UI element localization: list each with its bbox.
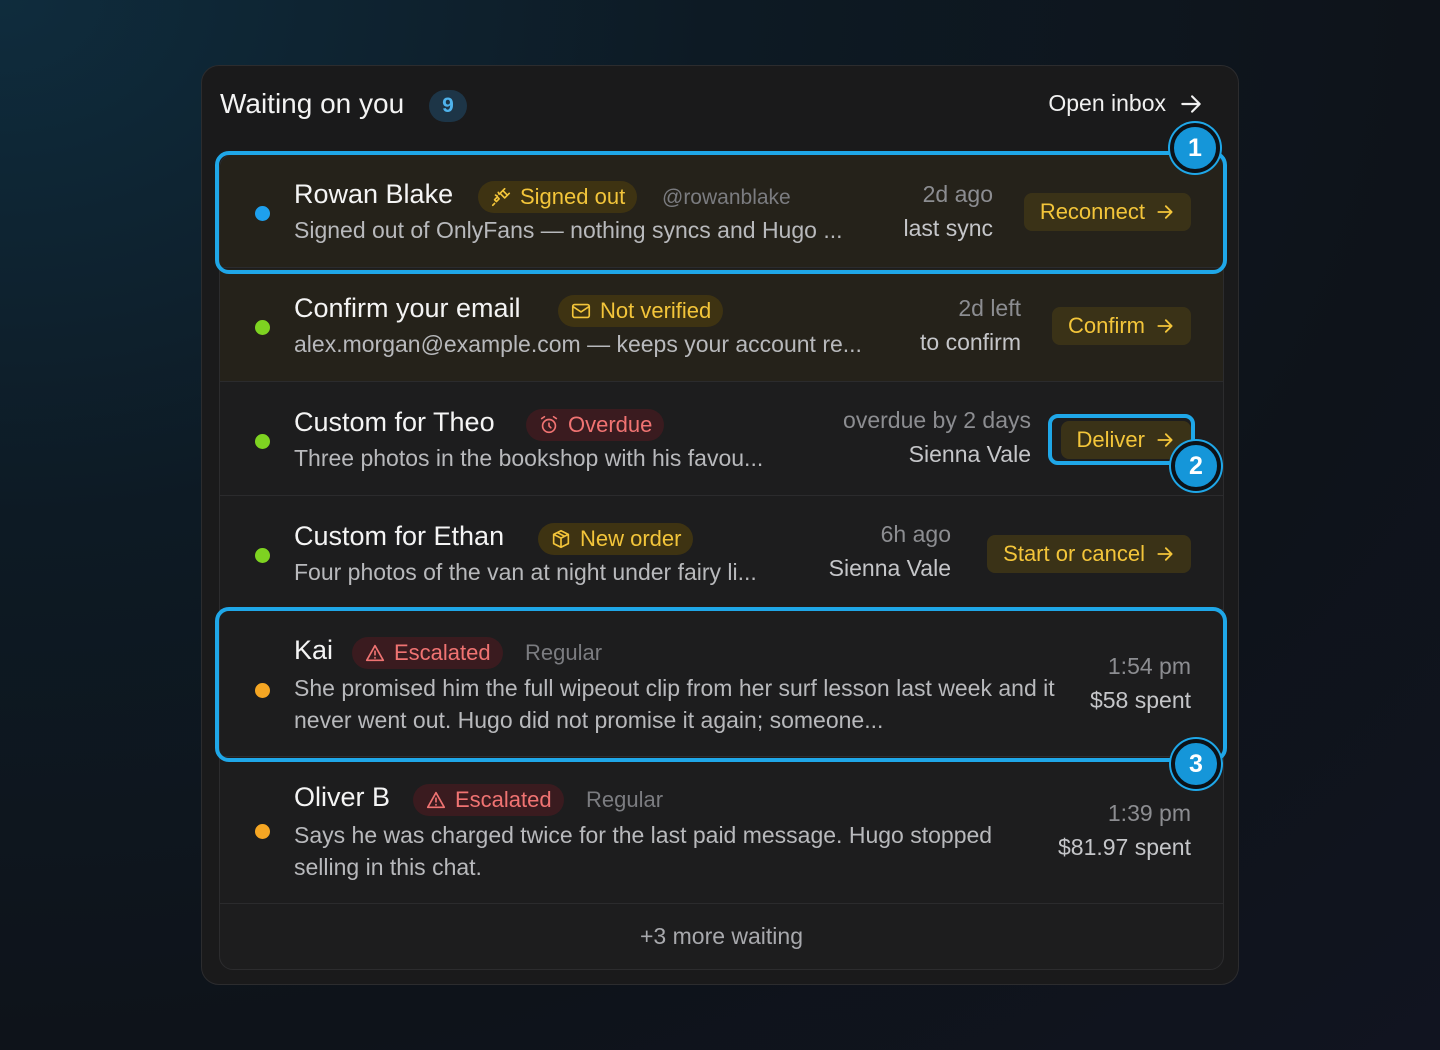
meta-detail: $58 spent [1089, 687, 1191, 713]
meta-time: 2d left [958, 295, 1021, 321]
status-badge: Escalated [352, 637, 503, 669]
reconnect-button[interactable]: Reconnect [1023, 193, 1191, 231]
item-title: Custom for Ethan [294, 521, 505, 551]
status-dot [255, 434, 270, 449]
warning-icon [426, 791, 446, 809]
item-meta: 1:54 pm $58 spent [1090, 649, 1191, 717]
status-badge: Signed out [478, 181, 638, 213]
confirm-button[interactable]: Confirm [1051, 307, 1191, 345]
item-summary: Says he was charged twice for the last p… [294, 822, 993, 880]
arrow-right-icon [1181, 94, 1201, 113]
item-meta: 1:39 pm $81.97 spent [1058, 796, 1191, 864]
list-item[interactable]: Custom for Ethan New order Four photos o… [220, 497, 1223, 610]
meta-time: 2d ago [922, 181, 993, 207]
marker-2: 2 [1171, 441, 1221, 491]
status-badge-label: Escalated [455, 787, 552, 812]
meta-time: 6h ago [880, 521, 951, 547]
meta-detail: last sync [903, 215, 993, 241]
list-item[interactable]: Kai Escalated Regular She promised him t… [220, 611, 1223, 757]
meta-time: overdue by 2 days [843, 407, 1031, 433]
open-inbox-label: Open inbox [1048, 90, 1166, 116]
meta-detail: Sienna Vale [828, 555, 951, 581]
item-summary: Three photos in the bookshop with his fa… [294, 445, 764, 471]
marker-1: 1 [1170, 123, 1220, 173]
status-badge-label: New order [580, 526, 682, 551]
panel-header: Waiting on you 9 Open inbox [202, 66, 1238, 146]
action-label: Reconnect [1039, 199, 1145, 224]
status-dot [255, 320, 270, 335]
status-badge: Escalated [413, 784, 564, 816]
status-badge-label: Signed out [520, 184, 626, 209]
meta-detail: Sienna Vale [908, 441, 1031, 467]
open-inbox-link[interactable]: Open inbox [1048, 90, 1204, 117]
status-badge-label: Escalated [394, 640, 491, 665]
list-item[interactable]: Rowan Blake Signed out @rowanblake Signe… [220, 155, 1223, 268]
status-dot [255, 683, 270, 698]
item-summary: Four photos of the van at night under fa… [294, 559, 757, 585]
status-dot [255, 548, 270, 563]
arrow-right-icon [1157, 433, 1173, 447]
account-handle: @rowanblake [662, 186, 791, 209]
meta-detail: $81.97 spent [1057, 834, 1191, 860]
alarm-clock-icon [540, 415, 558, 434]
list-item[interactable]: Oliver B Escalated Regular Says he was c… [220, 758, 1223, 904]
mail-icon [571, 303, 591, 319]
arrow-right-icon [1157, 205, 1173, 219]
item-title: Kai [294, 635, 334, 665]
status-badge: Not verified [558, 295, 724, 327]
waiting-panel: Waiting on you 9 Open inbox Rowan Blake … [201, 65, 1239, 985]
arrow-right-icon [1157, 547, 1173, 561]
item-summary: Signed out of OnlyFans — nothing syncs a… [294, 217, 843, 243]
meta-time: 1:54 pm [1107, 653, 1191, 679]
package-icon [552, 529, 570, 549]
item-title: Rowan Blake [294, 179, 454, 209]
arrow-right-icon [1157, 319, 1173, 333]
item-meta: 2d ago last sync [904, 177, 993, 245]
action-label: Start or cancel [1003, 541, 1145, 566]
item-meta: 2d left to confirm [920, 291, 1021, 359]
item-summary: alex.morgan@example.com — keeps your acc… [294, 331, 862, 357]
status-badge-label: Not verified [600, 298, 712, 323]
fan-segment: Regular [525, 640, 603, 665]
start-or-cancel-button[interactable]: Start or cancel [987, 535, 1191, 573]
status-badge: New order [538, 523, 694, 555]
item-summary: She promised him the full wipeout clip f… [294, 675, 1055, 733]
unplug-icon [491, 187, 511, 207]
item-meta: overdue by 2 days Sienna Vale [843, 403, 1031, 471]
status-dot [255, 824, 270, 839]
meta-time: 1:39 pm [1107, 800, 1191, 826]
item-meta: 6h ago Sienna Vale [829, 517, 951, 585]
status-dot [255, 206, 270, 221]
meta-detail: to confirm [920, 329, 1021, 355]
item-title: Confirm your email [294, 293, 521, 323]
action-label: Deliver [1076, 427, 1145, 452]
item-title: Oliver B [294, 782, 391, 812]
action-label: Confirm [1067, 313, 1145, 338]
list-item[interactable]: Custom for Theo Overdue Three photos in … [220, 383, 1223, 496]
panel-title: Waiting on you [220, 88, 405, 119]
deliver-button[interactable]: Deliver [1060, 421, 1191, 459]
fan-segment: Regular [586, 787, 664, 812]
more-waiting-link[interactable]: +3 more waiting [220, 903, 1223, 969]
count-badge: 9 [429, 90, 467, 122]
status-badge: Overdue [526, 409, 665, 441]
list-item[interactable]: Confirm your email Not verified alex.mor… [220, 269, 1223, 382]
status-badge-label: Overdue [568, 412, 653, 437]
marker-3: 3 [1171, 739, 1221, 789]
warning-icon [365, 644, 385, 662]
item-title: Custom for Theo [294, 407, 495, 437]
waiting-list: Rowan Blake Signed out @rowanblake Signe… [219, 154, 1224, 970]
